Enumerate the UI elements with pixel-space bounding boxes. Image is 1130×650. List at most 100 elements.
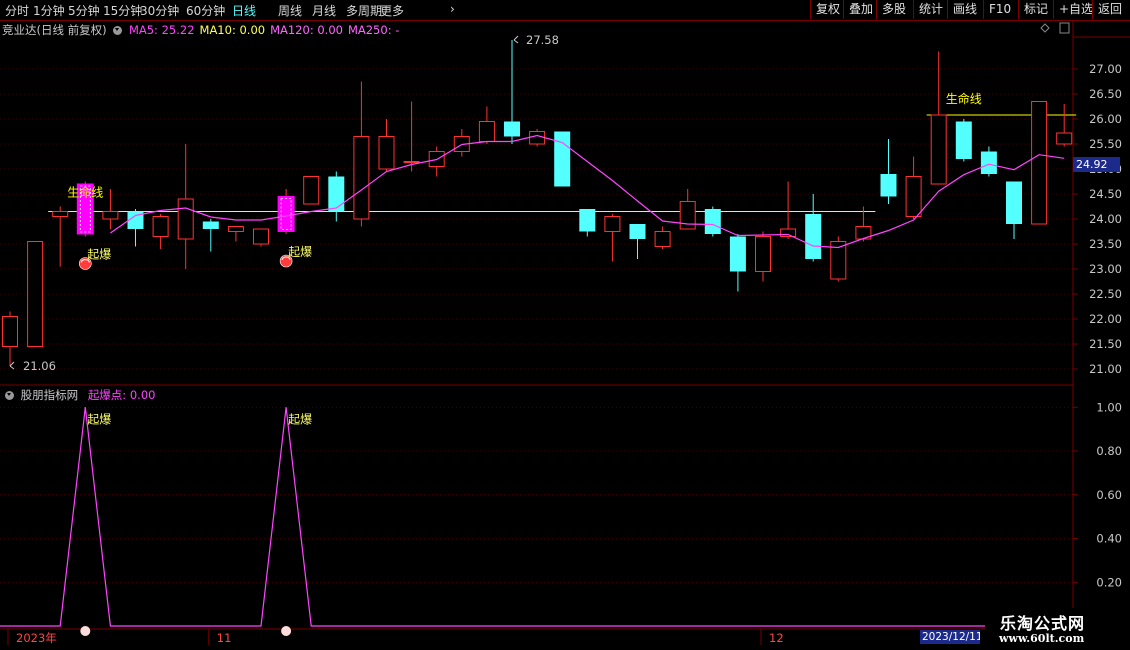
candle-body-41: [1031, 101, 1048, 225]
candle-body-22: [554, 131, 571, 187]
indicator-peak-label-3: 起爆: [87, 412, 111, 426]
candle-body-7: [177, 198, 194, 240]
subpanel-title: 股朋指标网: [20, 388, 79, 402]
candle-body-36: [905, 176, 922, 217]
candle-body-42: [1056, 132, 1073, 145]
low-label: 21.06: [23, 359, 56, 373]
panel-toggle-icon: [1059, 22, 1070, 34]
date-label-2: 12: [769, 631, 784, 645]
y-tick-label-0: 21.00: [1089, 362, 1122, 376]
candle-body-19: [478, 121, 495, 142]
low-marker: [9, 361, 15, 370]
ma-legend: MA5: 25.22 MA10: 0.00 MA120: 0.00 MA250: -: [129, 23, 404, 37]
candle-body-24: [604, 216, 621, 232]
y-tick-label-11: 26.50: [1089, 87, 1122, 101]
watermark-title: 乐淘公式网: [1000, 614, 1086, 633]
y-tick-label-7: 24.50: [1089, 187, 1122, 201]
toolbar-button-2[interactable]: 多股: [876, 0, 911, 19]
ma-legend-item-0: MA5: 25.22: [128, 23, 195, 37]
high-marker: [513, 35, 519, 44]
candle-body-31: [780, 228, 797, 237]
date-label-1: 11: [217, 631, 232, 645]
y-tick-label-5: 23.50: [1089, 237, 1122, 251]
sub-panel-legend: 股朋指标网 起爆点: 0.00: [2, 387, 155, 403]
life-line-label-1: 生命线: [946, 91, 982, 106]
y-tick-label-1: 21.50: [1089, 337, 1122, 351]
main-panel-legend: 竞业达(日线 前复权) MA5: 25.22 MA10: 0.00 MA120: 0…: [2, 22, 404, 38]
candle-body-29: [729, 236, 746, 272]
candle-body-1: [27, 241, 44, 347]
candle-body-28: [704, 209, 721, 234]
candle-body-32: [805, 214, 822, 259]
candle-body-6: [152, 216, 169, 237]
period-tab-5[interactable]: 60分钟: [186, 2, 225, 19]
subpanel-dropdown-icon[interactable]: [5, 391, 14, 400]
candle-body-0: [2, 316, 18, 347]
kline-chart[interactable]: 21.00 21.50 22.00 22.50 23.00 23.50 24.00 24.50…: [0, 0, 1130, 650]
period-tab-7[interactable]: 周线: [278, 2, 302, 19]
toolbar-button-6[interactable]: 标记: [1018, 0, 1053, 19]
y-tick-label-6: 24.00: [1089, 212, 1122, 226]
y-tick-label-2: 22.00: [1089, 312, 1122, 326]
candle-body-25: [629, 224, 646, 239]
y-tick-label-4: 23.00: [1089, 262, 1122, 276]
y-tick-label-3: 22.50: [1089, 287, 1122, 301]
period-tab-4[interactable]: 30分钟: [140, 2, 179, 19]
period-toolbar: 分时 1分钟 5分钟 15分钟 30分钟 60分钟 日线 周线 月线 多周期 更多 › 复权 叠加 多股 统计…: [0, 0, 1130, 21]
indicator-line: [0, 407, 1073, 627]
current-date-badge: 2023/12/11: [920, 630, 980, 644]
ma-legend-item-3: MA250: -: [347, 23, 400, 37]
candle-body-20: [504, 121, 520, 137]
sub-y-tick-label-2: 0.60: [1096, 488, 1122, 502]
period-tab-2[interactable]: 5分钟: [68, 2, 100, 19]
candle-body-30: [755, 236, 771, 272]
period-tab-6[interactable]: 日线: [232, 2, 256, 19]
sub-y-tick-label-4: 1.00: [1096, 400, 1122, 414]
period-tab-10[interactable]: 更多: [380, 2, 404, 19]
period-tab-8[interactable]: 月线: [312, 2, 336, 19]
candle-body-14: [353, 136, 370, 220]
toolbar-button-1[interactable]: 叠加: [843, 0, 878, 19]
diamond-icon: [1040, 23, 1050, 33]
candle-body-35: [880, 174, 897, 197]
high-label: 27.58: [526, 33, 559, 47]
indicator-dropdown-icon[interactable]: [113, 26, 123, 35]
stock-title: 竞业达(日线 前复权): [2, 23, 107, 37]
candle-body-8: [202, 221, 219, 229]
candle-body-37: [930, 114, 947, 185]
candle-body-23: [579, 209, 596, 232]
date-label-0: 2023年: [16, 631, 57, 645]
candle-body-39: [980, 151, 997, 174]
toolbar-button-0[interactable]: 复权: [810, 0, 845, 19]
sub-y-tick-label-1: 0.40: [1096, 532, 1122, 546]
period-tab-1[interactable]: 1分钟: [33, 2, 65, 19]
candle-body-13: [328, 176, 345, 212]
candle-body-27: [679, 201, 696, 230]
y-tick-label-12: 27.00: [1089, 62, 1122, 76]
life-line-label-0: 生命线: [67, 185, 103, 200]
watermark-url: www.60lt.com: [999, 632, 1085, 645]
candle-body-38: [955, 121, 972, 159]
toolbar-button-4[interactable]: 画线: [947, 0, 982, 19]
toolbar-button-3[interactable]: 统计: [913, 0, 948, 19]
period-tab-0[interactable]: 分时: [5, 2, 29, 19]
candle-body-12: [303, 176, 320, 205]
indicator-peak-label-11: 起爆: [288, 412, 312, 426]
period-tab-9[interactable]: 多周期: [346, 2, 382, 19]
candle-body-40: [1006, 181, 1022, 224]
signal-candle-11: [277, 196, 295, 232]
signal-label-3: 起爆: [87, 248, 111, 262]
candle-body-4: [102, 211, 119, 220]
subpanel-value: 起爆点: 0.00: [87, 388, 156, 402]
candle-body-26: [654, 231, 671, 247]
candle-body-2: [52, 211, 69, 217]
current-price-badge: 24.92: [1073, 157, 1120, 172]
toolbar-button-8[interactable]: 返回: [1092, 0, 1127, 19]
y-tick-label-9: 25.50: [1089, 137, 1122, 151]
toolbar-button-5[interactable]: F10: [983, 0, 1016, 19]
sub-y-tick-label-0: 0.20: [1096, 575, 1122, 589]
period-tab-3[interactable]: 15分钟: [103, 2, 142, 19]
ma-legend-item-1: MA10: 0.00: [199, 23, 266, 37]
more-arrow-icon[interactable]: ›: [450, 2, 455, 16]
candle-body-9: [227, 226, 244, 232]
